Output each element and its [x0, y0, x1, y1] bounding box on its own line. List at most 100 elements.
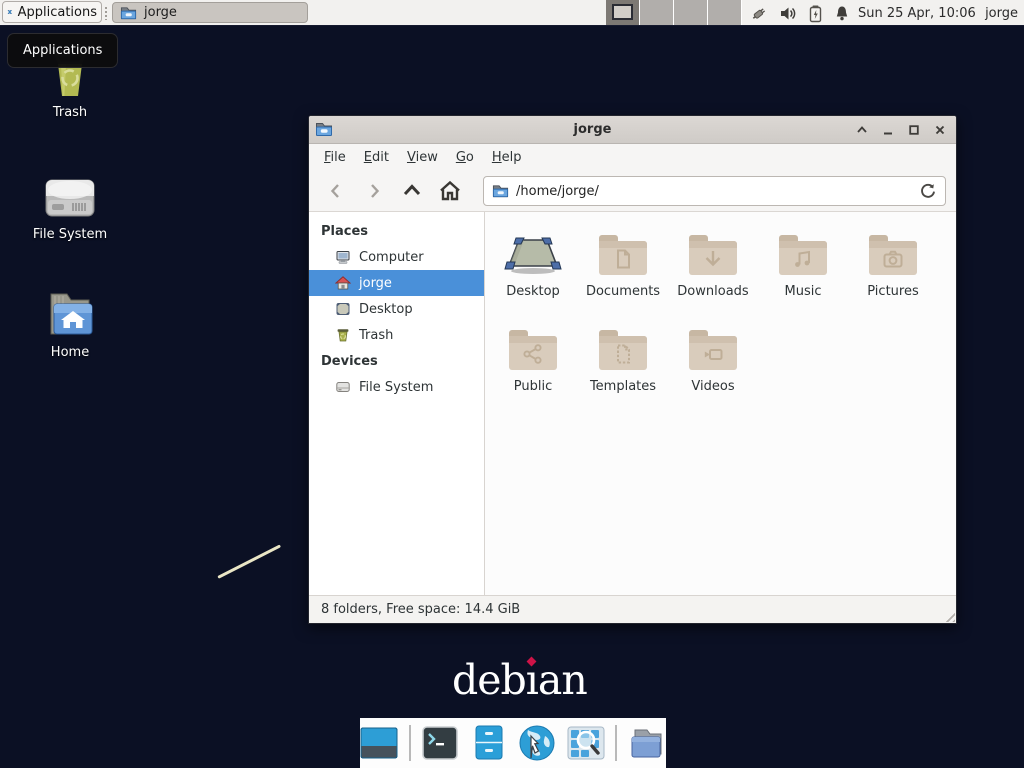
window-folder-icon	[315, 121, 333, 138]
maximize-button[interactable]	[904, 120, 924, 140]
system-tray	[750, 1, 851, 25]
minimize-button[interactable]	[878, 120, 898, 140]
back-button[interactable]	[319, 176, 353, 206]
up-button[interactable]	[395, 176, 429, 206]
dock-file-manager-button[interactable]	[627, 722, 666, 764]
desktop: Applications jorge	[0, 0, 1024, 768]
workspace-2[interactable]	[640, 0, 673, 25]
places-header: Places	[309, 218, 484, 244]
chevron-up-icon	[401, 181, 423, 201]
sidebar-item-label: Computer	[359, 250, 424, 265]
location-bar[interactable]: /home/jorge/	[483, 176, 946, 206]
sidebar: Places Computer	[309, 212, 485, 595]
file-list: Desktop Documents Downloads	[485, 212, 956, 595]
dock-app-finder-button[interactable]	[567, 722, 606, 764]
desktop-icon-file-system[interactable]: File System	[12, 168, 128, 242]
menu-edit[interactable]: Edit	[355, 146, 398, 169]
taskbar-window-button[interactable]: jorge	[112, 2, 308, 23]
menu-view[interactable]: View	[398, 146, 447, 169]
terminal-icon	[422, 726, 458, 760]
workspace-switcher	[606, 0, 742, 25]
file-item-pictures[interactable]: Pictures	[849, 228, 937, 323]
path-input[interactable]: /home/jorge/	[516, 184, 912, 199]
sidebar-item-computer[interactable]: Computer	[309, 244, 484, 270]
workspace-1[interactable]	[606, 0, 639, 25]
file-item-public[interactable]: Public	[489, 323, 577, 418]
volume-icon[interactable]	[779, 4, 798, 23]
debian-logo: debıan	[452, 656, 587, 704]
computer-icon	[335, 249, 351, 265]
folder-icon	[120, 5, 137, 21]
top-panel: Applications jorge	[0, 0, 1024, 26]
menu-help[interactable]: Help	[483, 146, 531, 169]
music-folder-icon	[779, 235, 827, 275]
dock-terminal-button[interactable]	[421, 722, 460, 764]
applications-tooltip: Applications	[7, 33, 118, 68]
file-cabinet-icon	[474, 725, 504, 761]
file-item-desktop[interactable]: Desktop	[489, 228, 577, 323]
battery-icon[interactable]	[807, 4, 824, 23]
file-item-videos[interactable]: Videos	[669, 323, 757, 418]
debian-logo-text: an	[538, 656, 587, 704]
hard-drive-icon	[43, 168, 97, 222]
workspace-3[interactable]	[674, 0, 707, 25]
sidebar-item-desktop[interactable]: Desktop	[309, 296, 484, 322]
videos-folder-icon	[689, 330, 737, 370]
panel-clock[interactable]: Sun 25 Apr, 10:06	[858, 0, 976, 26]
menubar: File Edit View Go Help	[309, 144, 956, 171]
show-desktop-icon	[360, 727, 398, 759]
file-item-downloads[interactable]: Downloads	[669, 228, 757, 323]
close-button[interactable]	[930, 120, 950, 140]
dock-web-browser-button[interactable]	[518, 722, 557, 764]
sidebar-item-trash[interactable]: Trash	[309, 322, 484, 348]
workspace-window-preview	[612, 4, 633, 20]
network-icon[interactable]	[750, 3, 770, 23]
documents-folder-icon	[599, 235, 647, 275]
trash-icon	[335, 327, 351, 343]
resize-grip[interactable]	[942, 609, 955, 622]
desktop-icon-label: File System	[33, 227, 107, 242]
reload-icon[interactable]	[919, 182, 937, 200]
chevron-left-icon	[326, 181, 346, 201]
sidebar-item-jorge[interactable]: jorge	[309, 270, 484, 296]
toolbar: /home/jorge/	[309, 171, 956, 212]
application-finder-icon	[567, 726, 605, 760]
sidebar-item-file-system[interactable]: File System	[309, 374, 484, 400]
home-folder-icon	[45, 286, 95, 340]
downloads-folder-icon	[689, 235, 737, 275]
file-item-music[interactable]: Music	[759, 228, 847, 323]
desktop-icon-home[interactable]: Home	[12, 286, 128, 360]
home-icon	[438, 180, 462, 202]
applications-menu-button[interactable]: Applications	[2, 1, 102, 23]
file-manager-icon	[628, 726, 666, 760]
menu-go[interactable]: Go	[447, 146, 483, 169]
notifications-bell-icon[interactable]	[833, 4, 851, 23]
public-folder-icon	[509, 330, 557, 370]
close-icon	[933, 123, 947, 137]
dock-file-cabinet-button[interactable]	[469, 722, 508, 764]
file-item-templates[interactable]: Templates	[579, 323, 667, 418]
menu-file[interactable]: File	[315, 146, 355, 169]
desktop-icon-label: Home	[51, 345, 89, 360]
panel-username: jorge	[985, 0, 1018, 26]
home-button[interactable]	[433, 176, 467, 206]
desktop-icon	[335, 301, 351, 317]
templates-folder-icon	[599, 330, 647, 370]
sidebar-item-label: Trash	[359, 328, 393, 343]
workspace-4[interactable]	[708, 0, 741, 25]
chevron-right-icon	[364, 181, 384, 201]
web-browser-icon	[518, 724, 556, 762]
panel-separator-handle[interactable]	[104, 6, 108, 20]
dock-show-desktop-button[interactable]	[360, 722, 399, 764]
shade-button[interactable]	[852, 120, 872, 140]
file-label: Desktop	[506, 284, 560, 299]
window-titlebar[interactable]: jorge	[309, 116, 956, 144]
file-item-documents[interactable]: Documents	[579, 228, 667, 323]
file-label: Music	[785, 284, 822, 299]
forward-button[interactable]	[357, 176, 391, 206]
maximize-icon	[907, 123, 921, 137]
file-manager-window: jorge File Edit View Go Help	[308, 115, 957, 624]
file-label: Documents	[586, 284, 660, 299]
folder-icon	[492, 183, 509, 199]
debian-logo-text: deb	[452, 656, 526, 704]
